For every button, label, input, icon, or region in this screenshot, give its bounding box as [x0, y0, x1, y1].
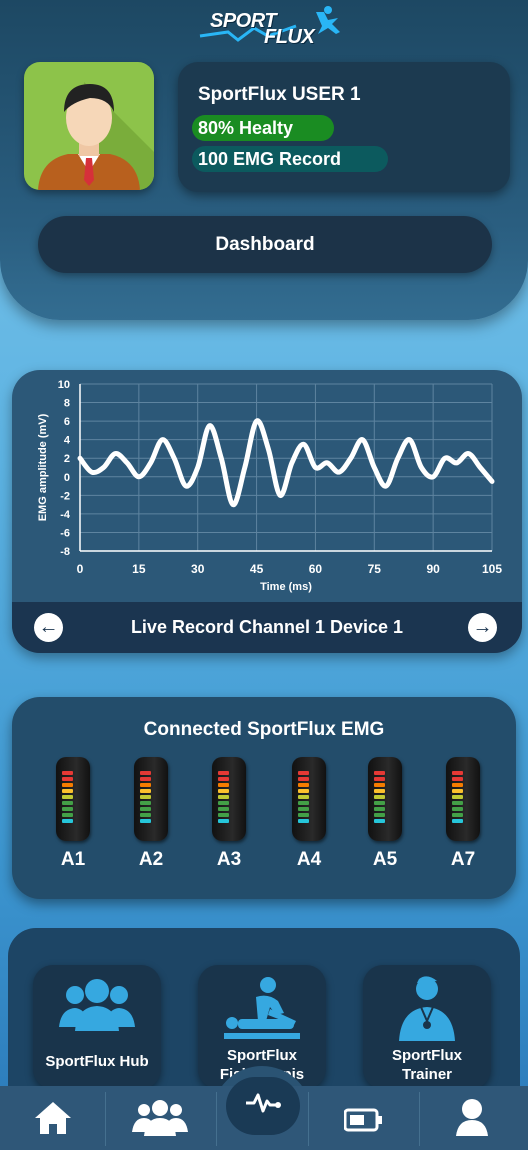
live-record-label: Live Record Channel 1 Device 1: [130, 617, 404, 637]
x-tick-label: 105: [482, 562, 502, 576]
dashboard-button[interactable]: Dashboard: [38, 216, 492, 273]
devices-title: Connected SportFlux EMG: [143, 719, 385, 740]
x-tick-label: 15: [132, 562, 146, 576]
emg-device[interactable]: A7: [438, 757, 488, 871]
arrow-right-icon[interactable]: →: [468, 613, 497, 642]
fisio-label-line1: SportFlux: [227, 1047, 297, 1064]
live-record-bar: ← Live Record Channel 1 Device 1 →: [12, 602, 522, 653]
sportflux-logo: SPORT FLUX: [198, 6, 348, 48]
emg-sensor-icon: [56, 757, 90, 841]
y-tick-label: -4: [60, 509, 71, 521]
x-tick-label: 60: [309, 562, 323, 576]
y-tick-label: 4: [64, 435, 71, 447]
logo-text-flux: FLUX: [264, 26, 315, 48]
arrow-left-icon[interactable]: ←: [34, 613, 63, 642]
device-label: A3: [216, 849, 242, 870]
person-icon: [456, 1099, 488, 1136]
battery-icon: [344, 1108, 382, 1132]
device-label: A7: [450, 849, 476, 870]
x-tick-label: 0: [77, 562, 84, 576]
emg-device[interactable]: A4: [284, 757, 334, 871]
trainer-label-line2: Trainer: [401, 1066, 453, 1083]
emg-device[interactable]: A2: [126, 757, 176, 871]
trainer-icon: [399, 976, 455, 1041]
y-tick-label: 2: [64, 453, 70, 465]
emg-sensor-icon: [134, 757, 168, 841]
x-tick-label: 90: [426, 562, 440, 576]
y-axis-label: EMG amplitude (mV): [37, 413, 49, 521]
emg-series-line: [77, 418, 495, 508]
home-icon: [35, 1102, 71, 1134]
physiotherapy-icon: [224, 977, 300, 1039]
user-avatar-icon[interactable]: [24, 62, 154, 190]
emg-sensor-icon: [292, 757, 326, 841]
sportflux-trainer-button[interactable]: SportFlux Trainer: [363, 965, 491, 1089]
emg-sensor-icon: [368, 757, 402, 841]
emg-chart-card: 10 8 6 4 2 0 -2 -4 -6 -8 0 15 30 45 60 75 90 105 Time (ms)…: [12, 370, 522, 653]
emg-device[interactable]: A1: [48, 757, 98, 871]
device-label: A5: [372, 849, 398, 870]
y-tick-label: -6: [60, 527, 70, 539]
y-tick-label: 6: [64, 416, 70, 428]
y-tick-label: 0: [64, 472, 70, 484]
x-axis-label: Time (ms): [260, 581, 312, 593]
y-tick-label: 8: [64, 398, 70, 410]
emg-chart: 10 8 6 4 2 0 -2 -4 -6 -8 0 15 30 45 60 75 90 105 Time (ms)…: [37, 379, 502, 593]
group-icon: [132, 1100, 188, 1136]
y-tick-label: -2: [60, 490, 70, 502]
emg-device[interactable]: A3: [204, 757, 254, 871]
y-tick-label: -8: [60, 546, 70, 558]
nav-group[interactable]: [106, 1086, 216, 1150]
emg-sensor-icon: [446, 757, 480, 841]
nav-battery[interactable]: [309, 1086, 419, 1150]
connected-devices-card: Connected SportFlux EMG A1 A2 A3 A4 A5 A7: [12, 697, 516, 899]
y-tick-label: 10: [58, 379, 70, 391]
nav-divider: [216, 1092, 217, 1146]
nav-home[interactable]: [0, 1086, 105, 1150]
sportflux-hub-button[interactable]: SportFlux Hub: [33, 965, 161, 1089]
x-tick-label: 30: [191, 562, 205, 576]
emg-record-badge: 100 EMG Record: [192, 146, 388, 172]
nav-pulse[interactable]: [226, 1077, 300, 1135]
device-label: A4: [296, 849, 322, 870]
device-label: A2: [138, 849, 164, 870]
x-tick-label: 45: [250, 562, 264, 576]
emg-device[interactable]: A5: [360, 757, 410, 871]
pulse-icon: [246, 1093, 281, 1113]
user-name: SportFlux USER 1: [198, 84, 361, 105]
emg-sensor-icon: [212, 757, 246, 841]
health-badge: 80% Healty: [192, 115, 334, 141]
hub-label: SportFlux Hub: [45, 1053, 149, 1070]
trainer-label-line1: SportFlux: [392, 1047, 462, 1064]
x-tick-label: 75: [368, 562, 382, 576]
device-label: A1: [60, 849, 86, 870]
nav-profile[interactable]: [420, 1086, 528, 1150]
group-icon: [59, 979, 135, 1031]
header-card: SPORT FLUX SportFlux USER 1 80% Healty 1…: [0, 0, 528, 320]
profile-card: SportFlux USER 1 80% Healty 100 EMG Reco…: [178, 62, 510, 192]
